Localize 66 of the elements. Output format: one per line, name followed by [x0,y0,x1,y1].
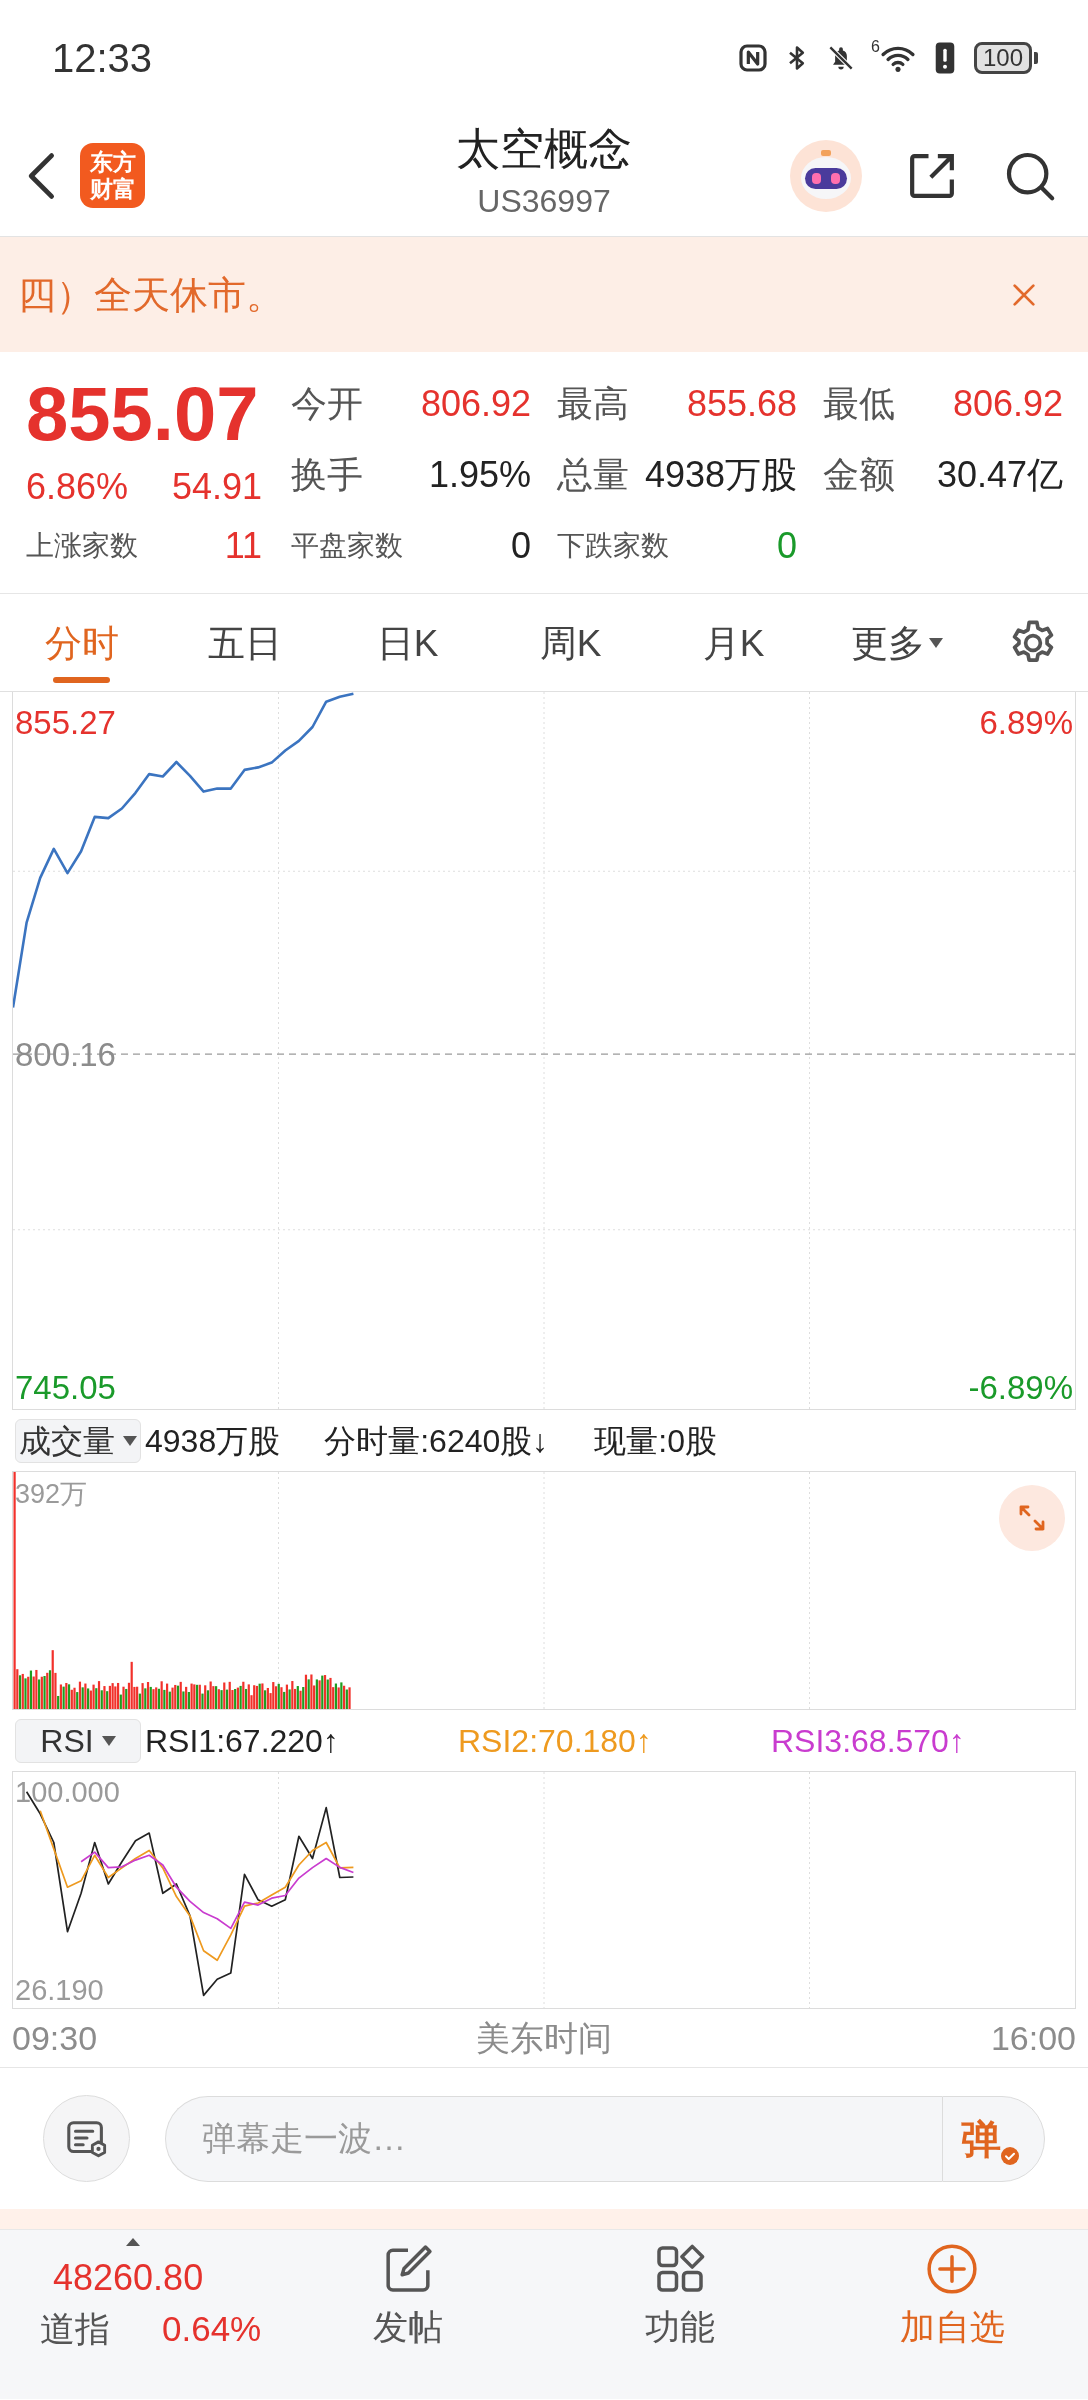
battery-indicator: 100 [973,41,1038,74]
nfc-icon [737,41,770,74]
breadth-value: 0 [776,528,797,564]
caret-icon [123,1435,137,1446]
chart-tab[interactable]: 周K [489,594,652,692]
interval-volume: 分时量:6240股↓ [324,1424,549,1457]
indicator-dropdown[interactable]: 成交量 [15,1418,141,1463]
check-badge-icon [1000,2146,1019,2165]
axis-title: 美东时间 [476,2021,612,2055]
comment-input[interactable]: 弹幕走一波… [165,2095,942,2182]
stat-value: 806.92 [420,385,531,422]
y-axis-label: 800.16 [15,1037,116,1071]
status-time: 12:33 [52,37,153,78]
stat-label: 最低 [823,385,895,422]
stat-value: 806.92 [952,385,1063,422]
y-axis-label: 855.27 [15,705,116,739]
post-button[interactable]: 发帖 [272,2230,544,2399]
stat-label: 金额 [823,456,895,493]
caret-icon [928,638,943,648]
y-axis-label: 745.05 [15,1370,116,1404]
breadth-value: 11 [224,528,262,564]
rsi-reading: RSI2:70.180↑ [458,1722,652,1759]
change-amount: 54.91 [171,469,262,505]
robot-avatar-icon[interactable] [790,139,862,212]
caret-icon [101,1735,116,1746]
network-type-label: 6 [871,38,880,55]
chart-tab[interactable]: 日K [326,594,489,692]
change-percent: 6.86% [26,469,129,505]
chart-tab[interactable]: 更多 [815,594,978,692]
caret-icon[interactable] [126,2238,140,2246]
page-title: 太空概念 [456,123,632,174]
volume-total: 4938万股 [145,1424,281,1457]
index-value: 48260.80 [53,2257,204,2298]
functions-button[interactable]: 功能 [544,2230,816,2399]
rsi-reading: RSI1:67.220↑ [145,1722,339,1759]
notice-text: 四）全天休市。 [18,275,284,314]
stat-value: 4938万股 [644,456,797,493]
breadth-label: 平盘家数 [291,532,403,560]
stat-value: 30.47亿 [936,456,1063,493]
stock-code: US36997 [477,181,611,220]
breadth-value: 0 [510,528,531,564]
stat-label: 最高 [557,385,629,422]
stat-label: 总量 [557,456,629,493]
y-axis-label: 26.190 [15,1975,104,2005]
indicator-dropdown[interactable]: RSI [15,1718,141,1763]
stat-label: 换手 [291,456,363,493]
stat-label: 今开 [291,385,363,422]
time-axis-label: 09:30 [12,2021,98,2055]
last-price: 855.07 [26,376,260,452]
rsi-reading: RSI3:68.570↑ [771,1722,965,1759]
y-axis-label: 100.000 [15,1777,120,1807]
add-circle-icon [924,2241,980,2297]
index-change: 0.64% [162,2309,262,2349]
stat-value: 855.68 [686,385,797,422]
current-volume: 现量:0股 [594,1424,717,1457]
percent-axis-label: -6.89% [968,1370,1073,1404]
time-axis-label: 16:00 [990,2021,1076,2055]
expand-icon[interactable] [999,1485,1065,1551]
stat-value: 1.95% [428,456,531,493]
breadth-label: 上涨家数 [26,532,138,560]
percent-axis-label: 6.89% [979,705,1073,739]
y-axis-label: 392万 [15,1481,88,1508]
chart-tab[interactable]: 五日 [163,594,326,692]
chart-tab[interactable]: 月K [652,594,815,692]
breadth-label: 下跌家数 [557,532,669,560]
index-name: 道指 [40,2309,110,2349]
